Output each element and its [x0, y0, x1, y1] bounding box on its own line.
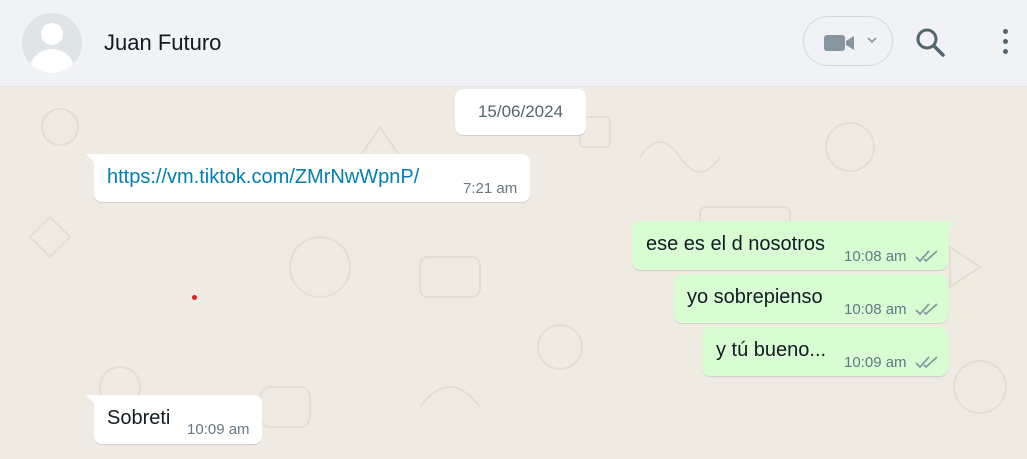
contact-avatar[interactable] [22, 13, 82, 73]
message-outgoing[interactable]: ese es el d nosotros 10:08 am [632, 221, 956, 270]
video-call-button[interactable] [803, 16, 893, 66]
red-dot [192, 295, 197, 300]
double-check-icon [915, 250, 938, 263]
more-options-icon[interactable] [998, 27, 1012, 57]
message-text: yo sobrepienso [687, 286, 823, 308]
message-outgoing[interactable]: yo sobrepienso 10:08 am [674, 274, 948, 323]
message-link[interactable]: https://vm.tiktok.com/ZMrNwWpnP/ [107, 166, 419, 189]
message-list[interactable]: 15/06/2024 https://vm.tiktok.com/ZMrNwWp… [0, 87, 1027, 459]
message-time: 10:08 am [844, 248, 907, 265]
message-text: Sobreti [107, 407, 171, 429]
message-outgoing[interactable]: y tú bueno... 10:09 am [702, 327, 948, 376]
message-text: ese es el d nosotros [646, 233, 825, 255]
message-incoming[interactable]: Sobreti 10:09 am [86, 395, 262, 444]
message-time: 10:08 am [844, 301, 907, 318]
double-check-icon [915, 303, 938, 316]
message-time: 10:09 am [187, 421, 250, 438]
message-time: 10:09 am [844, 354, 907, 371]
message-time: 7:21 am [463, 180, 518, 197]
chat-header: Juan Futuro [0, 0, 1027, 87]
message-incoming[interactable]: https://vm.tiktok.com/ZMrNwWpnP/ 7:21 am [86, 154, 530, 202]
contact-name[interactable]: Juan Futuro [104, 30, 221, 56]
search-icon[interactable] [915, 27, 947, 59]
message-text: y tú bueno... [716, 339, 827, 361]
chevron-down-icon [867, 37, 877, 44]
date-chip: 15/06/2024 [455, 89, 586, 135]
video-camera-icon [824, 35, 854, 51]
double-check-icon [915, 356, 938, 369]
